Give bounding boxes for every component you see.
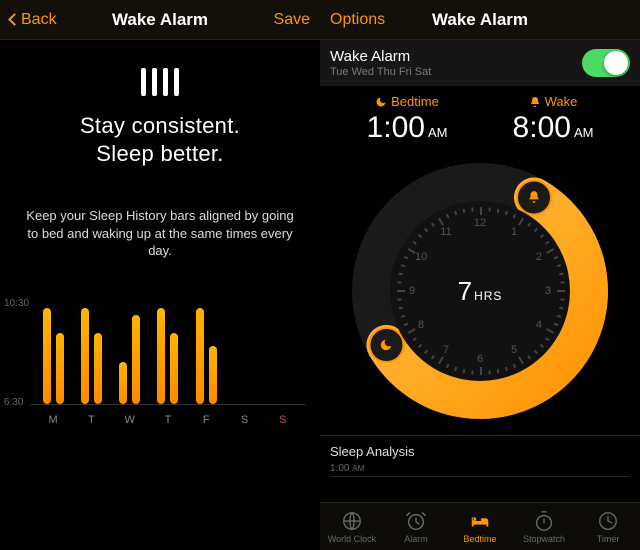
save-button[interactable]: Save: [250, 11, 310, 29]
alarm-toggle[interactable]: [582, 49, 630, 77]
dial-face: 123456789101112 7HRS: [390, 201, 570, 381]
body-text: Keep your Sleep History bars aligned by …: [20, 207, 300, 260]
timer-icon: [597, 510, 619, 532]
globe-icon: [341, 510, 363, 532]
stopwatch-icon: [533, 510, 555, 532]
tab-world-clock[interactable]: World Clock: [320, 503, 384, 550]
wake-label: Wake: [480, 94, 626, 109]
alarm-days: Tue Wed Thu Fri Sat: [330, 66, 431, 78]
wake-value: 8:00AM: [480, 111, 626, 145]
sleep-analysis-title: Sleep Analysis: [330, 444, 630, 459]
back-button[interactable]: Back: [10, 11, 70, 29]
options-button[interactable]: Options: [330, 11, 390, 29]
bars-illustration-icon: [0, 68, 320, 96]
sleep-dial[interactable]: 123456789101112 7HRS: [340, 151, 620, 431]
y-axis-label-bottom: 6:30: [4, 397, 23, 408]
tab-label: Timer: [597, 534, 620, 544]
tab-alarm[interactable]: Alarm: [384, 503, 448, 550]
tab-label: Stopwatch: [523, 534, 565, 544]
alarm-title: Wake Alarm: [330, 48, 431, 65]
wake-alarm-row[interactable]: Wake Alarm Tue Wed Thu Fri Sat: [320, 40, 640, 86]
bell-icon: [529, 96, 541, 108]
back-label: Back: [21, 11, 57, 28]
sleep-analysis-time: 1:00 AM: [330, 463, 630, 477]
tab-stopwatch[interactable]: Stopwatch: [512, 503, 576, 550]
tab-label: Bedtime: [463, 534, 496, 544]
tab-bedtime[interactable]: Bedtime: [448, 503, 512, 550]
nav-title: Wake Alarm: [112, 10, 208, 30]
bedtime-label: Bedtime: [334, 94, 480, 109]
tab-timer[interactable]: Timer: [576, 503, 640, 550]
headline: Stay consistent. Sleep better.: [0, 112, 320, 167]
alarm-clock-icon: [405, 510, 427, 532]
y-axis-label-top: 10:30: [4, 298, 29, 309]
tab-label: Alarm: [404, 534, 428, 544]
tab-label: World Clock: [328, 534, 376, 544]
sleep-history-chart: 10:30 6:30 MTWTFSS: [34, 300, 302, 430]
bedtime-value: 1:00AM: [334, 111, 480, 145]
tab-bar: World Clock Alarm Bedtime Stopwatch Time…: [320, 502, 640, 550]
headline-line1: Stay consistent.: [0, 112, 320, 140]
chevron-left-icon: [8, 13, 21, 26]
moon-icon: [375, 96, 387, 108]
headline-line2: Sleep better.: [0, 140, 320, 168]
nav-title: Wake Alarm: [432, 10, 528, 30]
bed-icon: [469, 510, 491, 532]
